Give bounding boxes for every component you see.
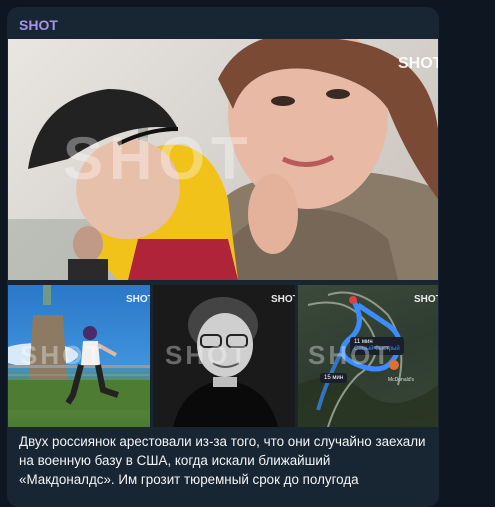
photo-statue-of-liberty[interactable]: SHOT SHOT (8, 285, 150, 427)
watermark-overlay: SHOT (308, 340, 393, 370)
photo-main[interactable]: SHOT SHOT (8, 39, 438, 280)
watermark-logo: SHOT (414, 294, 438, 305)
route-callout-alt[interactable]: 15 мин (320, 373, 348, 383)
message-caption: Двух россиянок арестовали из-за того, чт… (19, 434, 426, 487)
place-label: McDonald's (388, 377, 414, 383)
watermark-overlay: SHOT (20, 340, 105, 370)
message-bubble: SHOT SHOT SHOT SHO SHOT SHO SHOT 11 мин … (7, 7, 439, 507)
watermark-logo: SHOT (398, 55, 438, 72)
channel-name[interactable]: SHOT (19, 17, 58, 33)
watermark-overlay: SHOT (165, 340, 250, 370)
watermark-text: SHOT (398, 55, 438, 72)
photo-map[interactable]: 11 мин Самый быстрый 15 мин McDonald's S… (298, 285, 438, 427)
watermark-logo: SHOT (126, 294, 150, 305)
watermark-logo: SHOT (271, 294, 295, 305)
photo-portrait[interactable]: SHOT SHOT (153, 285, 295, 427)
watermark-overlay: SHOT (63, 125, 254, 192)
